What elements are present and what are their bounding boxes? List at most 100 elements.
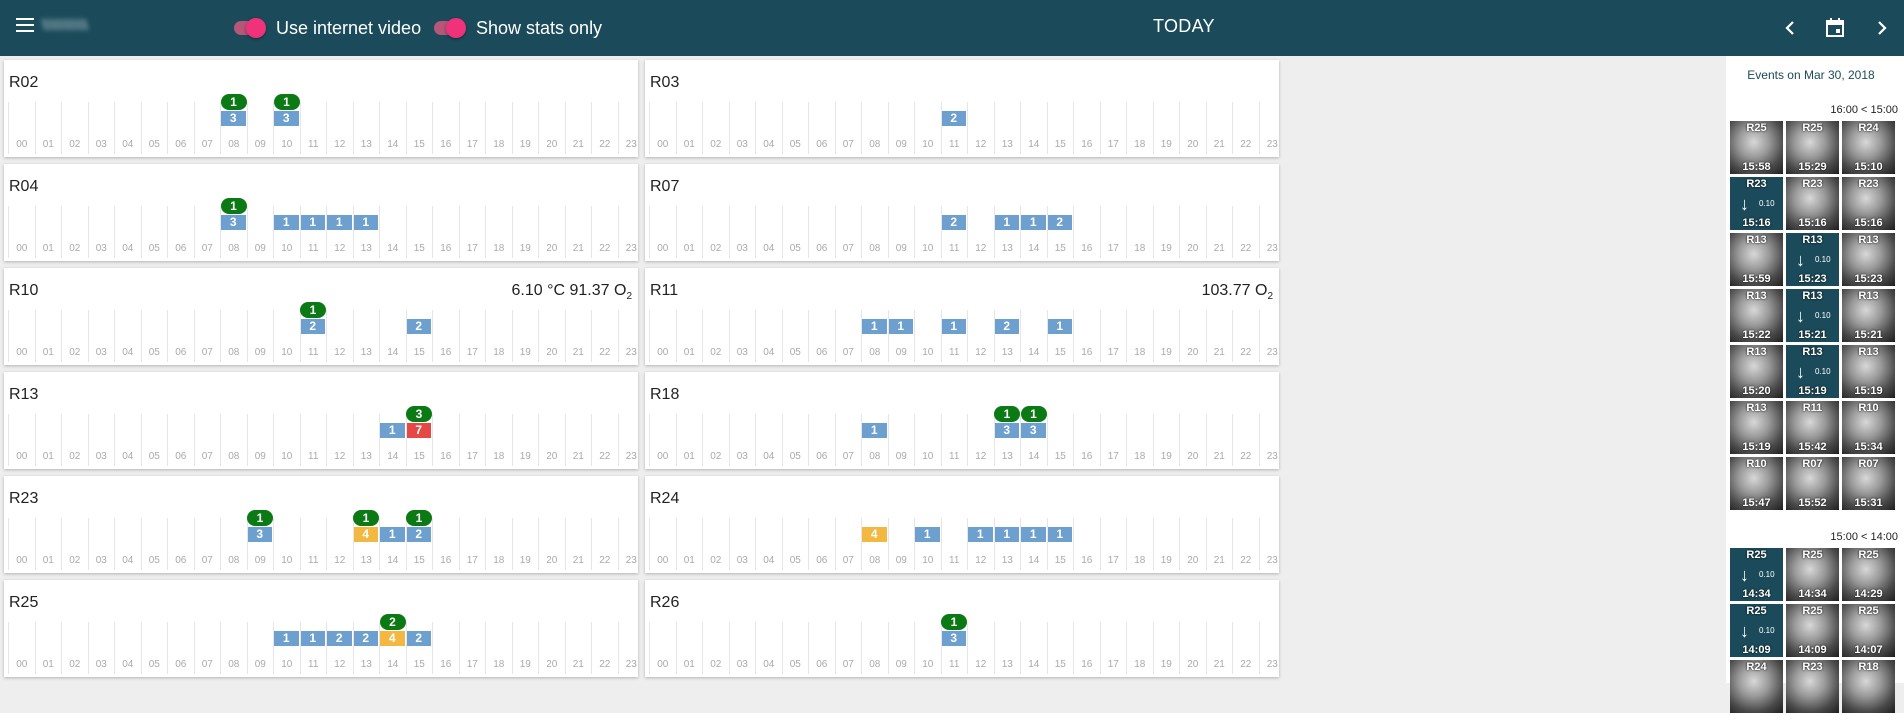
room-card[interactable]: R11 103.77 O2 00 01 02 03 04 05 06 07 08 09 10 11 12 13…	[645, 268, 1279, 365]
event-count-bar[interactable]: 4	[353, 527, 378, 542]
event-count-bar[interactable]: 1	[994, 527, 1019, 542]
event-count-bar[interactable]: 1	[994, 215, 1019, 230]
room-card[interactable]: R23 00 01 02 03 04 05 06 07 08 09 10 11 12 13 14 15 16 17 1…	[4, 476, 638, 573]
event-count-bar[interactable]: 1	[300, 215, 325, 230]
event-thumbnail[interactable]: R13 ↓ 0.10 15:19	[1786, 345, 1839, 398]
event-count-bar[interactable]: 1	[915, 527, 940, 542]
event-count-bar[interactable]: 3	[221, 215, 246, 230]
alert-count-badge[interactable]: 2	[379, 614, 406, 630]
alert-count-badge[interactable]: 1	[273, 94, 300, 110]
room-card[interactable]: R26 00 01 02 03 04 05 06 07 08 09 10 11 12 13 14 15 16 17 1…	[645, 580, 1279, 677]
alert-count-badge[interactable]: 1	[1020, 406, 1047, 422]
event-count-bar[interactable]: 1	[380, 423, 405, 438]
event-count-bar[interactable]: 1	[327, 215, 352, 230]
room-card[interactable]: R04 00 01 02 03 04 05 06 07 08 09 10 11 12 13 14 15 16 17 1…	[4, 164, 638, 261]
event-thumbnail[interactable]: R18	[1842, 660, 1895, 713]
alert-count-badge[interactable]: 1	[406, 510, 432, 526]
event-thumbnail[interactable]: R13 ↓ 0.10 15:23	[1786, 233, 1839, 286]
use-internet-video-toggle[interactable]: Use internet video	[234, 17, 421, 39]
event-count-bar[interactable]: 1	[1021, 215, 1046, 230]
alert-count-badge[interactable]: 1	[247, 510, 273, 526]
room-card[interactable]: R07 00 01 02 03 04 05 06 07 08 09 10 11 12 13 14 15 16 17 1…	[645, 164, 1279, 261]
room-card[interactable]: R02 00 01 02 03 04 05 06 07 08 09 10 11 12 13 14 15 16 17 1…	[4, 60, 638, 157]
alert-count-badge[interactable]: 1	[941, 614, 967, 630]
event-thumbnail[interactable]: R25 ↓ 0.10 14:09	[1730, 604, 1783, 657]
event-count-bar[interactable]: 1	[1047, 527, 1072, 542]
event-thumbnail[interactable]: R13 15:59	[1730, 233, 1783, 286]
event-count-bar[interactable]: 1	[968, 527, 993, 542]
alert-count-badge[interactable]: 1	[220, 198, 247, 214]
event-count-bar[interactable]: 3	[1021, 423, 1046, 438]
room-card[interactable]: R03 00 01 02 03 04 05 06 07 08 09 10 11 12 13 14 15 16 17 1…	[645, 60, 1279, 157]
alert-count-badge[interactable]: 1	[300, 302, 326, 318]
event-thumbnail[interactable]: R25 14:07	[1842, 604, 1895, 657]
room-card[interactable]: R24 00 01 02 03 04 05 06 07 08 09 10 11 12 13 14 15 16 17 1…	[645, 476, 1279, 573]
event-count-bar[interactable]: 3	[994, 423, 1019, 438]
event-thumbnail[interactable]: R13 15:19	[1842, 345, 1895, 398]
event-count-bar[interactable]: 2	[353, 631, 378, 646]
event-count-bar[interactable]: 4	[862, 527, 887, 542]
event-count-bar[interactable]: 3	[941, 631, 966, 646]
event-count-bar[interactable]: 3	[274, 111, 299, 126]
event-count-bar[interactable]: 2	[300, 319, 325, 334]
event-thumbnail[interactable]: R13 15:19	[1730, 401, 1783, 454]
event-count-bar[interactable]: 1	[1047, 319, 1072, 334]
event-count-bar[interactable]: 2	[941, 111, 966, 126]
room-card[interactable]: R18 00 01 02 03 04 05 06 07 08 09 10 11 12 13 14 15 16 17 1…	[645, 372, 1279, 469]
alert-count-badge[interactable]: 1	[353, 510, 379, 526]
event-thumbnail[interactable]: R13 15:21	[1842, 289, 1895, 342]
event-count-bar[interactable]: 2	[941, 215, 966, 230]
menu-icon[interactable]	[16, 18, 34, 32]
event-count-bar[interactable]: 1	[380, 527, 405, 542]
event-count-bar[interactable]: 3	[247, 527, 272, 542]
alert-count-badge[interactable]: 1	[994, 406, 1020, 422]
event-count-bar[interactable]: 1	[300, 631, 325, 646]
room-card[interactable]: R13 00 01 02 03 04 05 06 07 08 09 10 11 12 13 14 15 16 17 1…	[4, 372, 638, 469]
event-count-bar[interactable]: 2	[1047, 215, 1072, 230]
event-thumbnail[interactable]: R13 15:20	[1730, 345, 1783, 398]
event-count-bar[interactable]: 1	[941, 319, 966, 334]
alert-count-badge[interactable]: 1	[220, 94, 247, 110]
event-thumbnail[interactable]: R13 15:23	[1842, 233, 1895, 286]
room-card[interactable]: R25 00 01 02 03 04 05 06 07 08 09 10 11 12 13 14 15 16 17 1…	[4, 580, 638, 677]
event-count-bar[interactable]: 2	[406, 631, 431, 646]
event-thumbnail[interactable]: R23 15:16	[1842, 177, 1895, 230]
event-count-bar[interactable]: 1	[353, 215, 378, 230]
chevron-left-icon[interactable]	[1778, 16, 1802, 40]
event-thumbnail[interactable]: R07 15:52	[1786, 457, 1839, 510]
event-thumbnail[interactable]: R13 15:22	[1730, 289, 1783, 342]
event-count-bar[interactable]: 3	[221, 111, 246, 126]
event-count-bar[interactable]: 4	[380, 631, 405, 646]
event-thumbnail[interactable]: R13 ↓ 0.10 15:21	[1786, 289, 1839, 342]
event-count-bar[interactable]: 1	[274, 631, 299, 646]
event-thumbnail[interactable]: R24	[1730, 660, 1783, 713]
chevron-right-icon[interactable]	[1870, 16, 1894, 40]
event-count-bar[interactable]: 1	[1021, 527, 1046, 542]
event-thumbnail[interactable]: R25 14:29	[1842, 548, 1895, 601]
show-stats-only-toggle[interactable]: Show stats only	[434, 17, 602, 39]
event-count-bar[interactable]: 2	[327, 631, 352, 646]
event-thumbnail[interactable]: R25 14:09	[1786, 604, 1839, 657]
event-thumbnail[interactable]: R23	[1786, 660, 1839, 713]
event-thumbnail[interactable]: R10 15:47	[1730, 457, 1783, 510]
event-thumbnail[interactable]: R11 15:42	[1786, 401, 1839, 454]
event-thumbnail[interactable]: R10 15:34	[1842, 401, 1895, 454]
event-thumbnail[interactable]: R25 15:58	[1730, 121, 1783, 174]
event-count-bar[interactable]: 1	[888, 319, 913, 334]
event-thumbnail[interactable]: R25 15:29	[1786, 121, 1839, 174]
event-thumbnail[interactable]: R07 15:31	[1842, 457, 1895, 510]
event-count-bar[interactable]: 1	[862, 319, 887, 334]
event-count-bar[interactable]: 1	[862, 423, 887, 438]
room-card[interactable]: R10 6.10 °C 91.37 O2 00 01 02 03 04 05 06 07 08 09 1…	[4, 268, 638, 365]
event-thumbnail[interactable]: R25 14:34	[1786, 548, 1839, 601]
event-thumbnail[interactable]: R25 ↓ 0.10 14:34	[1730, 548, 1783, 601]
alert-count-badge[interactable]: 3	[406, 406, 432, 422]
event-thumbnail[interactable]: R23 15:16	[1786, 177, 1839, 230]
calendar-icon[interactable]	[1823, 16, 1847, 40]
event-thumbnail[interactable]: R23 ↓ 0.10 15:16	[1730, 177, 1783, 230]
event-count-bar[interactable]: 7	[406, 423, 431, 438]
event-count-bar[interactable]: 2	[406, 319, 431, 334]
event-count-bar[interactable]: 2	[406, 527, 431, 542]
today-button[interactable]: TODAY	[1153, 16, 1215, 37]
event-thumbnail[interactable]: R24 15:10	[1842, 121, 1895, 174]
